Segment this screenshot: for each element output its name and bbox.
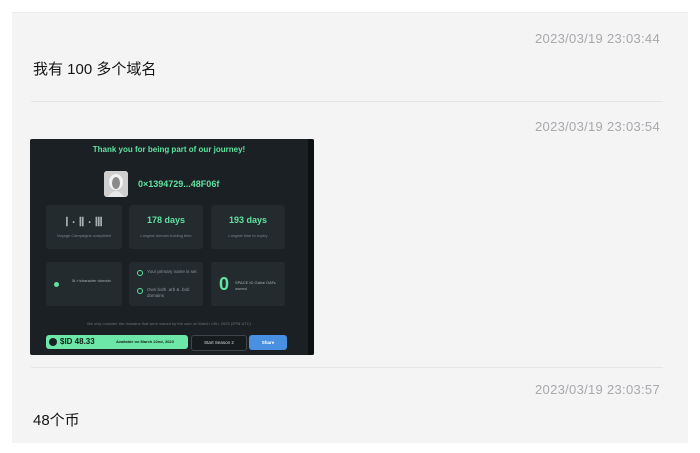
message-text[interactable]: 48个币 xyxy=(33,409,80,430)
reward-bar: $ID 48.33 Available on March 22nd, 2023 xyxy=(46,335,188,349)
chat-panel: 2023/03/19 23:03:44 我有 100 多个域名 2023/03/… xyxy=(12,12,688,443)
message-timestamp: 2023/03/19 23:03:44 xyxy=(535,31,660,46)
tile-label: Longest time to expiry xyxy=(228,233,268,238)
message-text[interactable]: 我有 100 多个域名 xyxy=(33,58,156,79)
start-season-button: Start Season 2 xyxy=(191,335,247,351)
status-dot-icon xyxy=(54,282,59,287)
roman-numerals: Ⅰ · Ⅱ · Ⅲ xyxy=(65,215,103,229)
wallet-address: 0×1394729...48F06f xyxy=(138,179,220,189)
circle-check-icon xyxy=(137,288,143,294)
coin-icon xyxy=(49,338,57,346)
share-button: Share xyxy=(249,335,287,350)
message: 2023/03/19 23:03:44 我有 100 多个域名 xyxy=(12,13,688,103)
check-label: Your primary name is set xyxy=(147,269,197,274)
image-edge xyxy=(308,139,314,355)
tile-label: SPACE ID Galxe OATs owned xyxy=(235,280,276,291)
tile-checks: Your primary name is set Own both .arb &… xyxy=(129,262,203,306)
avatar xyxy=(104,171,128,197)
message-timestamp: 2023/03/19 23:03:57 xyxy=(535,382,660,397)
footnote: We only consider the domains that were o… xyxy=(86,321,251,326)
gift-count: 0 xyxy=(219,274,230,294)
tile-label: Voyage Campaigns completed xyxy=(56,233,112,238)
tile-char-domain: 5L+/character domain xyxy=(46,262,122,306)
tile-label: 5L+/character domain xyxy=(72,278,111,283)
check-label: Own both .arb & .bnb domains xyxy=(147,287,190,298)
tile-value: 178 days xyxy=(146,215,186,225)
image-title: Thank you for being part of our journey! xyxy=(92,145,246,154)
reward-amount: $ID 48.33 xyxy=(60,337,95,346)
circle-check-icon xyxy=(137,270,143,276)
profile-row: 0×1394729...48F06f xyxy=(104,171,284,197)
tile-gifts: 0 SPACE ID Galxe OATs owned xyxy=(211,262,285,306)
tile-label: Longest domain holding time xyxy=(140,233,192,238)
availability-text: Available on March 22nd, 2023 xyxy=(116,339,174,344)
message-image[interactable]: Thank you for being part of our journey!… xyxy=(30,139,314,355)
tile-holding-time: 178 days Longest domain holding time xyxy=(129,205,203,249)
tile-voyage: Ⅰ · Ⅱ · Ⅲ Voyage Campaigns completed xyxy=(46,205,122,249)
tile-value: 193 days xyxy=(228,215,268,225)
tile-expiry: 193 days Longest time to expiry xyxy=(211,205,285,249)
message-timestamp: 2023/03/19 23:03:54 xyxy=(535,119,660,134)
message: 2023/03/19 23:03:57 48个币 xyxy=(12,367,688,443)
